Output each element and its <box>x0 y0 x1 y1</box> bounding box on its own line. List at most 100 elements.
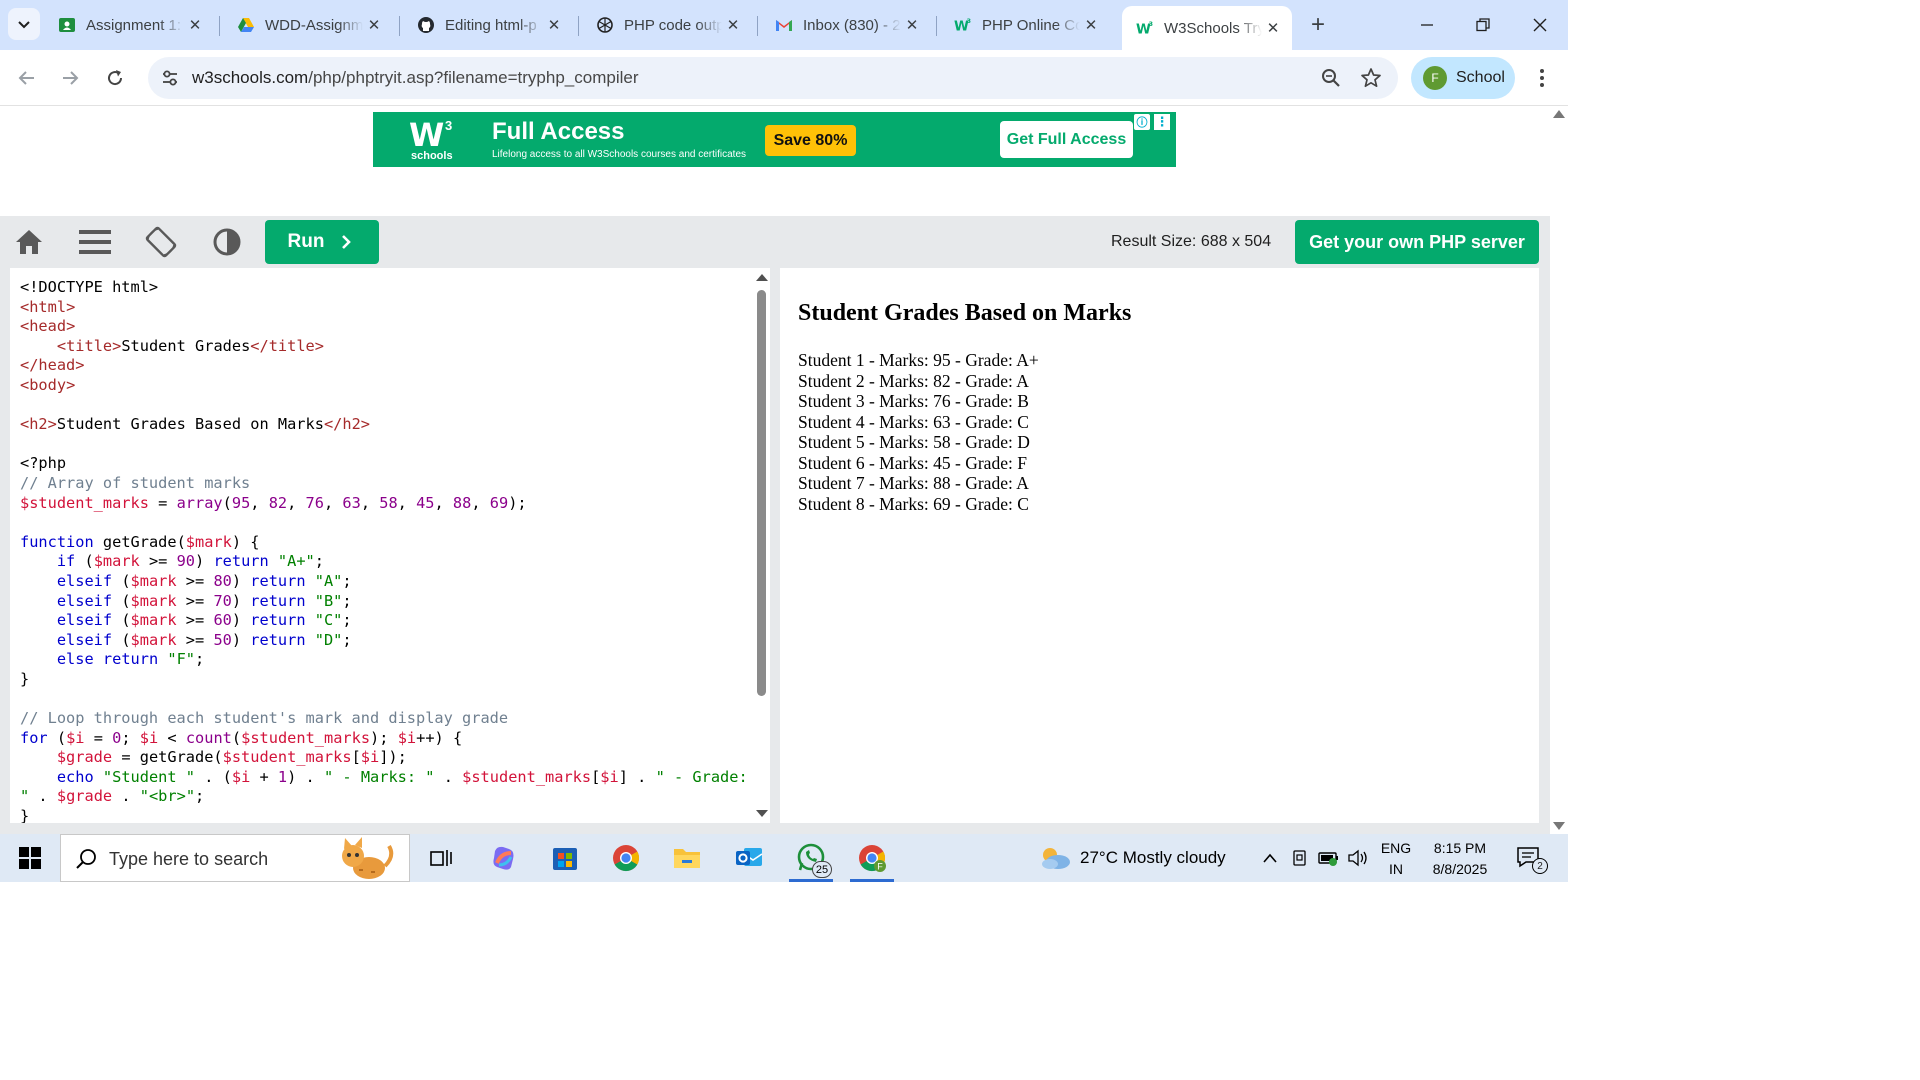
code-line[interactable]: echo "Student " . ($i + 1) . " - Marks: … <box>20 768 748 788</box>
weather-widget[interactable]: 27°C Mostly cloudy <box>1038 834 1226 882</box>
zoom-icon[interactable] <box>1320 67 1342 89</box>
code-line[interactable] <box>20 396 748 416</box>
chrome-app[interactable] <box>602 838 650 878</box>
code-line[interactable]: $student_marks = array(95, 82, 76, 63, 5… <box>20 494 748 514</box>
chrome-profile-app[interactable]: F <box>848 838 896 882</box>
code-line[interactable]: } <box>20 670 748 690</box>
reload-button[interactable] <box>99 62 131 94</box>
tab-title: PHP Online Co <box>982 16 1080 34</box>
code-line[interactable] <box>20 689 748 709</box>
code-line[interactable]: elseif ($mark >= 50) return "D"; <box>20 631 748 651</box>
browser-tab[interactable]: Inbox (830) - 2 ✕ <box>761 8 931 42</box>
menu-button[interactable] <box>77 224 113 260</box>
scroll-up-arrow-icon[interactable] <box>1553 110 1565 118</box>
tab-search-button[interactable] <box>8 8 40 40</box>
browser-tab[interactable]: W 3 W3Schools Try ✕ <box>1122 6 1292 50</box>
code-line[interactable]: <body> <box>20 376 748 396</box>
code-line[interactable]: <h2>Student Grades Based on Marks</h2> <box>20 415 748 435</box>
page-scrollbar[interactable] <box>1550 106 1568 834</box>
code-line[interactable]: <head> <box>20 317 748 337</box>
dark-mode-button[interactable] <box>209 224 245 260</box>
result-line: Student 5 - Marks: 58 - Grade: D <box>798 432 1030 452</box>
site-settings-icon[interactable] <box>160 68 180 88</box>
copilot-app[interactable] <box>480 838 528 878</box>
restore-button[interactable] <box>1463 10 1503 40</box>
microsoft-store-app[interactable] <box>541 838 589 878</box>
battery-tray[interactable] <box>1318 847 1340 869</box>
code-line[interactable]: function getGrade($mark) { <box>20 533 748 553</box>
start-button[interactable] <box>0 834 60 882</box>
whatsapp-app[interactable]: 25 <box>787 838 835 882</box>
code-line[interactable]: <?php <box>20 454 748 474</box>
code-line[interactable]: else return "F"; <box>20 650 748 670</box>
bookmark-star-icon[interactable] <box>1360 67 1382 89</box>
browser-menu-icon[interactable] <box>1530 66 1554 90</box>
tab-close-icon[interactable]: ✕ <box>901 16 923 34</box>
scroll-down-arrow-icon[interactable] <box>1553 822 1565 830</box>
code-line[interactable]: </head> <box>20 356 748 376</box>
scroll-up-arrow-icon[interactable] <box>756 274 768 281</box>
outlook-app[interactable] <box>725 838 773 878</box>
new-tab-button[interactable]: + <box>1304 12 1332 40</box>
ad-info-icon[interactable]: ⓘ <box>1134 114 1150 130</box>
browser-tab[interactable]: Assignment 1: ✕ <box>44 8 214 42</box>
browser-tab[interactable]: W 3 PHP Online Co ✕ <box>940 8 1110 42</box>
browser-tab[interactable]: Editing html-p ✕ <box>403 8 573 42</box>
tab-close-icon[interactable]: ✕ <box>722 16 744 34</box>
w3schools-icon: W3 <box>954 16 972 34</box>
code-line[interactable]: $grade = getGrade($student_marks[$i]); <box>20 748 748 768</box>
tab-close-icon[interactable]: ✕ <box>184 16 206 34</box>
code-line[interactable] <box>20 435 748 455</box>
ad-banner[interactable]: W 3 schools Full Access Lifelong access … <box>373 112 1176 167</box>
code-line[interactable]: if ($mark >= 90) return "A+"; <box>20 552 748 572</box>
code-line[interactable] <box>20 513 748 533</box>
code-line[interactable]: } <box>20 807 748 823</box>
volume-tray[interactable] <box>1347 847 1369 869</box>
code-line[interactable]: <!DOCTYPE html> <box>20 278 748 298</box>
code-line[interactable]: // Loop through each student's mark and … <box>20 709 748 729</box>
close-window-button[interactable] <box>1520 10 1560 40</box>
scroll-thumb[interactable] <box>757 290 766 696</box>
taskbar: Type here to search 25 F 27°C Mostly clo… <box>0 834 1568 882</box>
code-line[interactable]: for ($i = 0; $i < count($student_marks);… <box>20 729 748 749</box>
result-line: Student 7 - Marks: 88 - Grade: A <box>798 473 1029 493</box>
code-line[interactable]: <title>Student Grades</title> <box>20 337 748 357</box>
task-view-button[interactable] <box>417 838 465 878</box>
tab-close-icon[interactable]: ✕ <box>543 16 565 34</box>
show-hidden-icons-button[interactable] <box>1259 847 1281 869</box>
home-button[interactable] <box>11 224 47 260</box>
forward-button[interactable] <box>54 62 86 94</box>
rotate-layout-button[interactable] <box>143 224 179 260</box>
tab-close-icon[interactable]: ✕ <box>1080 16 1102 34</box>
code-scrollbar[interactable] <box>753 268 770 823</box>
code-line[interactable]: elseif ($mark >= 60) return "C"; <box>20 611 748 631</box>
code-line[interactable]: " . $grade . "<br>"; <box>20 787 748 807</box>
browser-tab[interactable]: WDD-Assignm ✕ <box>223 8 393 42</box>
clock[interactable]: 8:15 PM 8/8/2025 <box>1424 838 1496 880</box>
browser-tab[interactable]: PHP code outp ✕ <box>582 8 752 42</box>
meet-now-tray[interactable] <box>1289 847 1311 869</box>
file-explorer-app[interactable] <box>663 838 711 878</box>
ad-badge: Save 80% <box>765 125 856 156</box>
scroll-down-arrow-icon[interactable] <box>756 810 768 817</box>
code-editor[interactable]: <!DOCTYPE html> <html> <head> <title>Stude… <box>10 268 770 823</box>
input-language[interactable]: ENG IN <box>1380 838 1412 880</box>
code-text[interactable]: <!DOCTYPE html> <html> <head> <title>Stude… <box>20 278 748 823</box>
back-button[interactable] <box>11 62 43 94</box>
code-line[interactable]: elseif ($mark >= 80) return "A"; <box>20 572 748 592</box>
code-line[interactable]: elseif ($mark >= 70) return "B"; <box>20 592 748 612</box>
code-line[interactable]: <html> <box>20 298 748 318</box>
minimize-button[interactable] <box>1407 10 1447 40</box>
address-bar[interactable]: w3schools.com/php/phptryit.asp?filename=… <box>148 57 1398 99</box>
run-button[interactable]: Run <box>265 220 379 264</box>
lang-code: ENG <box>1380 840 1412 856</box>
tab-close-icon[interactable]: ✕ <box>363 16 385 34</box>
profile-chip[interactable]: F School <box>1411 57 1515 99</box>
taskbar-search[interactable]: Type here to search <box>60 834 410 882</box>
code-line[interactable]: // Array of student marks <box>20 474 748 494</box>
ad-options-icon[interactable]: ⋮ <box>1154 114 1170 130</box>
tab-close-icon[interactable]: ✕ <box>1262 19 1284 37</box>
notification-center-button[interactable]: 2 <box>1516 846 1548 874</box>
get-full-access-button[interactable]: Get Full Access <box>1000 121 1133 158</box>
get-php-server-button[interactable]: Get your own PHP server <box>1295 220 1539 264</box>
